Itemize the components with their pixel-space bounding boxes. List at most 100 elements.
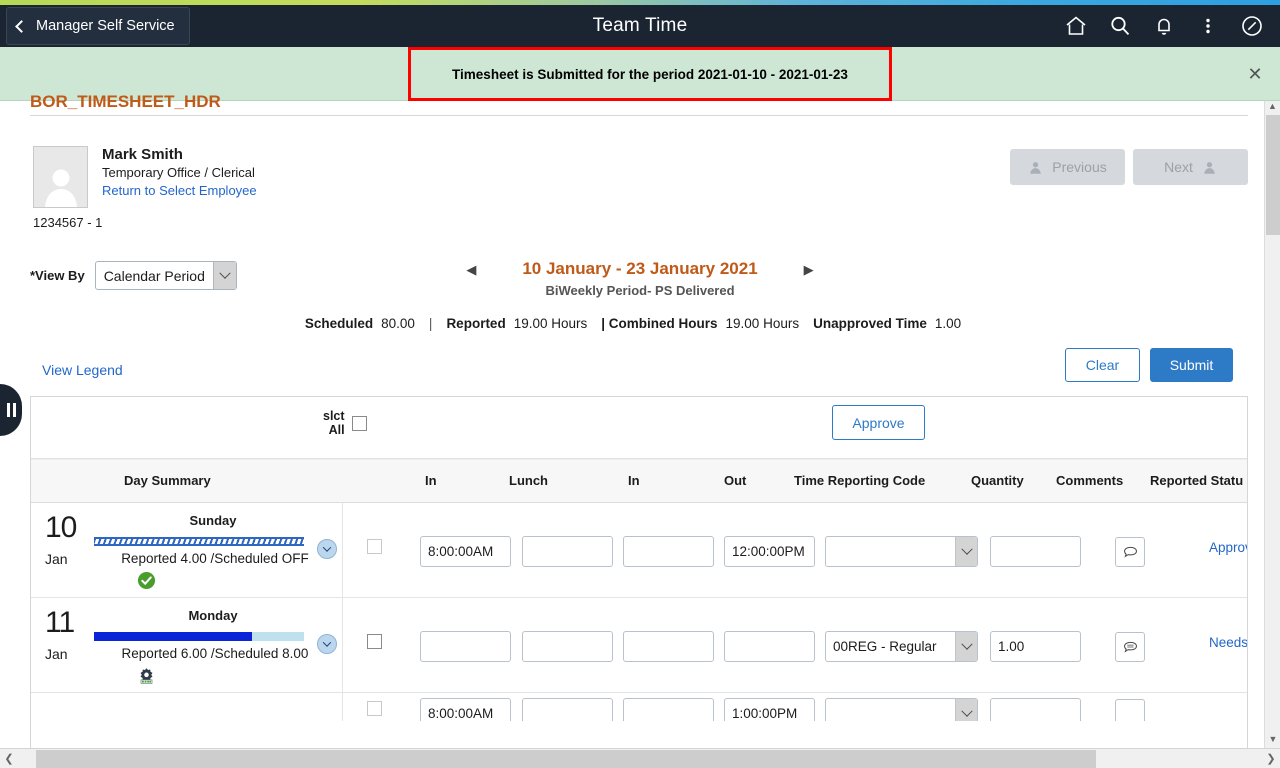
navbar-compass-icon[interactable] [1232,6,1272,46]
time-reporting-code-select[interactable]: 00REG - Regular [825,631,978,662]
in-time-field[interactable] [420,631,511,662]
column-header-in-2: In [628,473,640,488]
reported-label: Reported [446,316,505,331]
grid-column-headers: Day Summary In Lunch In Out Time Reporti… [31,459,1247,503]
column-header-day-summary: Day Summary [124,473,211,488]
in-time-field[interactable]: 8:00:00AM [420,698,511,721]
grid-rows: 10 Jan Sunday Reported 4.00 /Scheduled O… [31,503,1247,721]
row-select-checkbox[interactable] [367,701,382,716]
day-progress-fill [94,632,252,641]
horizontal-scroll-thumb[interactable] [36,750,1096,768]
collapse-panel-handle[interactable] [0,384,22,436]
table-row: 10 Jan Sunday Reported 4.00 /Scheduled O… [31,503,1247,598]
quantity-field[interactable]: 1.00 [990,631,1081,662]
quantity-field[interactable] [990,536,1081,567]
back-to-manager-self-service-button[interactable]: Manager Self Service [6,7,190,45]
time-reporting-code-select[interactable] [825,536,978,567]
reported-status-value[interactable]: Approved [1209,540,1248,555]
day-hours-summary: Reported 4.00 /Scheduled OFF [93,551,337,566]
day-month: Jan [45,646,68,662]
day-name: Sunday [93,513,333,528]
row-fields: 8:00:00AM 12:00:00PM [343,503,1247,597]
out-time-field[interactable]: 12:00:00PM [724,536,815,567]
unapproved-time-value: 1.00 [935,316,961,331]
column-header-comments: Comments [1056,473,1123,488]
approve-button[interactable]: Approve [832,405,925,440]
out-time-field[interactable] [724,631,815,662]
message-text: Timesheet is Submitted for the period 20… [452,67,848,82]
notifications-bell-icon[interactable] [1144,6,1184,46]
time-reporting-code-select[interactable] [825,698,978,721]
back-button-label: Manager Self Service [36,18,175,34]
next-employee-button[interactable]: Next [1133,149,1248,185]
scroll-left-arrow-icon[interactable]: ❮ [0,752,18,765]
scroll-down-arrow-icon[interactable]: ▼ [1265,734,1280,748]
quantity-field[interactable] [990,698,1081,721]
time-reporting-code-value: 00REG - Regular [826,632,955,661]
row-select-checkbox[interactable] [367,634,382,649]
employee-id: 1234567 - 1 [33,215,102,230]
out-time-field[interactable]: 1:00:00PM [724,698,815,721]
column-header-out: Out [724,473,746,488]
scroll-up-arrow-icon[interactable]: ▲ [1265,101,1280,115]
day-summary-cell: 10 Jan Sunday Reported 4.00 /Scheduled O… [31,503,343,597]
in-time-field-2[interactable] [623,536,714,567]
comment-filled-icon[interactable] [1115,632,1145,662]
comment-empty-icon[interactable] [1115,699,1145,721]
employee-summary: Mark Smith Temporary Office / Clerical R… [33,146,257,208]
lunch-time-field[interactable] [522,631,613,662]
expand-day-row-button[interactable] [317,539,337,559]
actions-kebab-icon[interactable] [1188,6,1228,46]
vertical-scrollbar[interactable]: ▲ ▼ [1264,101,1280,748]
previous-period-arrow-icon[interactable]: ◀ [466,263,476,276]
next-button-label: Next [1164,159,1193,175]
day-number: 11 [45,606,74,640]
day-name: Monday [93,608,333,623]
lunch-time-field[interactable] [522,536,613,567]
day-number: 10 [45,511,76,545]
row-select-checkbox[interactable] [367,539,382,554]
page-header-label: BOR_TIMESHEET_HDR [30,92,221,112]
totals-divider: | [429,316,433,331]
select-all-control: slct All [323,409,367,437]
scheduled-value: 80.00 [381,316,415,331]
chevron-down-icon [955,699,977,721]
day-hours-summary: Reported 6.00 /Scheduled 8.00 [93,646,337,661]
in-time-field-2[interactable] [623,631,714,662]
close-icon[interactable]: ✕ [1244,64,1266,86]
unapproved-time-label: Unapproved Time [813,316,927,331]
pause-bars-icon [5,403,17,417]
home-icon[interactable] [1056,6,1096,46]
expand-day-row-button[interactable] [317,634,337,654]
view-legend-link[interactable]: View Legend [42,362,123,378]
select-all-checkbox[interactable] [352,416,367,431]
chevron-down-icon [955,537,977,566]
vertical-scroll-thumb[interactable] [1266,115,1280,235]
row-fields: 8:00:00AM 1:00:00PM [343,693,1247,721]
main-content: BOR_TIMESHEET_HDR Mark Smith Temporary O… [0,101,1280,768]
in-time-field-2[interactable] [623,698,714,721]
previous-employee-button[interactable]: Previous [1010,149,1125,185]
return-to-select-employee-link[interactable]: Return to Select Employee [102,183,257,198]
in-time-field[interactable]: 8:00:00AM [420,536,511,567]
person-icon [1028,160,1043,175]
select-all-label: slct All [323,409,345,437]
column-header-quantity: Quantity [971,473,1024,488]
horizontal-scrollbar[interactable]: ❮ ❯ [0,748,1280,768]
search-icon[interactable] [1100,6,1140,46]
next-period-arrow-icon[interactable]: ▶ [804,263,814,276]
select-all-label-line2: All [323,423,345,437]
employee-name: Mark Smith [102,146,257,163]
horizontal-scroll-track[interactable] [18,749,1262,768]
scroll-right-arrow-icon[interactable]: ❯ [1262,752,1280,765]
employee-job-title: Temporary Office / Clerical [102,165,257,180]
clear-button[interactable]: Clear [1065,348,1140,382]
time-reporting-code-value [826,699,955,721]
lunch-time-field[interactable] [522,698,613,721]
period-navigator: ◀ 10 January - 23 January 2021 ▶ BiWeekl… [0,259,1280,298]
scheduled-label: Scheduled [305,316,373,331]
reported-status-value[interactable]: Needs Approval [1209,635,1248,650]
comment-empty-icon[interactable] [1115,537,1145,567]
submit-button[interactable]: Submit [1150,348,1233,382]
combined-hours-label: | Combined Hours [601,316,717,331]
